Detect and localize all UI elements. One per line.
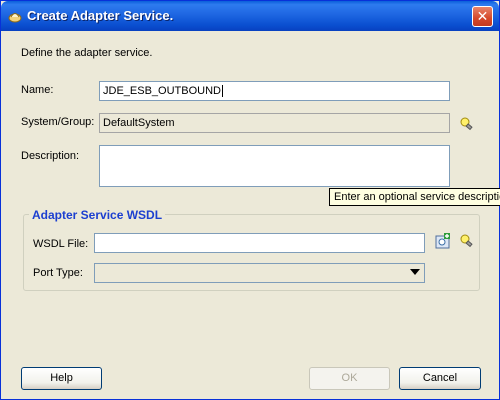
close-button[interactable]: ✕ xyxy=(472,6,493,27)
lamp-icon[interactable] xyxy=(459,234,473,248)
system-group-label: System/Group: xyxy=(21,116,95,128)
wsdl-file-label: WSDL File: xyxy=(33,238,89,250)
description-label: Description: xyxy=(21,150,80,162)
system-group-field: DefaultSystem xyxy=(99,113,450,133)
group-title: Adapter Service WSDL xyxy=(29,208,166,222)
help-button[interactable]: Help xyxy=(21,367,102,390)
window-title: Create Adapter Service. xyxy=(27,8,174,23)
name-value: JDE_ESB_OUTBOUND xyxy=(103,85,221,97)
system-group-value: DefaultSystem xyxy=(103,117,175,129)
create-adapter-service-dialog: Create Adapter Service. ✕ Define the ada… xyxy=(0,0,500,400)
port-type-label: Port Type: xyxy=(33,267,83,279)
intro-text: Define the adapter service. xyxy=(21,47,153,59)
description-tooltip: Enter an optional service description xyxy=(329,188,500,206)
port-type-select[interactable] xyxy=(94,263,425,283)
browse-wsdl-icon[interactable] xyxy=(435,233,451,249)
close-icon: ✕ xyxy=(476,8,489,24)
title-bar[interactable]: Create Adapter Service. ✕ xyxy=(1,1,499,31)
name-label: Name: xyxy=(21,84,54,96)
ok-button[interactable]: OK xyxy=(309,367,390,390)
chevron-down-icon xyxy=(410,269,420,275)
wsdl-file-input[interactable] xyxy=(94,233,425,253)
cancel-button[interactable]: Cancel xyxy=(399,367,481,390)
name-field[interactable]: JDE_ESB_OUTBOUND xyxy=(99,81,450,101)
lamp-icon[interactable] xyxy=(459,117,473,131)
description-field[interactable] xyxy=(99,145,450,187)
app-icon xyxy=(8,13,22,23)
